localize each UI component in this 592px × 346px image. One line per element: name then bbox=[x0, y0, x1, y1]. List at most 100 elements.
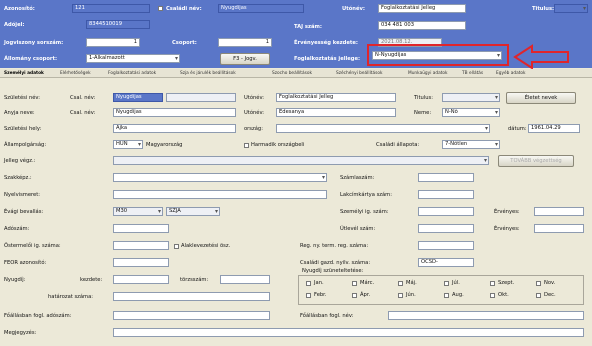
foallas-nev-label: Főállásban fogl. név: bbox=[300, 313, 354, 319]
szul-csal-nev-label: Csal. név: bbox=[70, 95, 96, 101]
foallas-adoszam-label: Főállásban fogl. adószám: bbox=[4, 313, 72, 319]
szemelyi-ervenyes-field[interactable] bbox=[534, 207, 584, 216]
torzsszam-label: törzsszám: bbox=[180, 277, 209, 283]
szul-titulus-label: Titulus: bbox=[414, 95, 433, 101]
tab-munkaugyi[interactable]: Munkaügyi adatok bbox=[408, 70, 448, 77]
jelleg-label: Jelleg végz.: bbox=[4, 158, 36, 164]
tab-szja-jarulek[interactable]: Szja és járulék beállítások bbox=[180, 70, 236, 77]
utlevel-ervenyes-label: Érvényes: bbox=[494, 226, 520, 232]
torzsszam-field[interactable] bbox=[220, 275, 270, 284]
adojel-field[interactable]: 8344510019 bbox=[86, 20, 150, 29]
anyja-utonev-field[interactable]: Édesanya bbox=[276, 108, 396, 117]
nyugdij-label: Nyugdíj: bbox=[4, 277, 26, 283]
month-jun-checkbox[interactable] bbox=[398, 293, 403, 298]
feor-field[interactable] bbox=[113, 258, 169, 267]
f3-jogv-button[interactable]: F3 - Jogv. bbox=[220, 53, 270, 65]
allampolgarsag-code-dropdown[interactable]: HUN bbox=[113, 140, 143, 149]
titulus-dropdown[interactable] bbox=[554, 4, 588, 13]
month-marc-checkbox[interactable] bbox=[352, 281, 357, 286]
megjegyzes-field[interactable] bbox=[113, 328, 584, 337]
utlevel-field[interactable] bbox=[418, 224, 474, 233]
month-aug-checkbox[interactable] bbox=[444, 293, 449, 298]
foglalkoztatas-label: Foglalkoztatás jellege: bbox=[294, 56, 361, 62]
kezdete-field[interactable] bbox=[113, 275, 169, 284]
titulus-label: Titulus: bbox=[532, 6, 555, 12]
month-febr-checkbox[interactable] bbox=[306, 293, 311, 298]
month-szept-checkbox[interactable] bbox=[490, 281, 495, 286]
evagi-label: Évági bevallás: bbox=[4, 209, 44, 215]
month-nov-checkbox[interactable] bbox=[536, 281, 541, 286]
csaladi-gazd-field[interactable]: OCSD- bbox=[418, 258, 474, 267]
csoport-field[interactable]: 1 bbox=[218, 38, 272, 47]
month-apr-checkbox[interactable] bbox=[352, 293, 357, 298]
anyja-neve-label: Anyja neve: bbox=[4, 110, 35, 116]
arrow-left-icon bbox=[513, 44, 569, 70]
anyja-csal-nev-field[interactable]: Nyugdíjas bbox=[113, 108, 236, 117]
szul-titulus-dropdown[interactable] bbox=[442, 93, 500, 102]
foallas-nev-field[interactable] bbox=[388, 311, 584, 320]
tab-egyeb-adatok[interactable]: Egyéb adatok bbox=[496, 70, 526, 77]
jelleg-dropdown[interactable] bbox=[113, 156, 489, 165]
kezdete-label: kezdete: bbox=[80, 277, 103, 283]
taj-field[interactable]: 034 481 003 bbox=[378, 21, 466, 30]
utlevel-label: Útlevél szám: bbox=[340, 226, 376, 232]
harmadik-orszag-checkbox[interactable] bbox=[244, 143, 249, 148]
szunetelteses-group bbox=[298, 275, 584, 305]
adoszam-field[interactable] bbox=[113, 224, 169, 233]
szunetelteses-label: Nyugdíj szüneteltetése: bbox=[302, 268, 364, 274]
csaladi-nev-checkbox[interactable] bbox=[158, 6, 163, 11]
szakkepz-label: Szakképz.: bbox=[4, 175, 32, 181]
tab-szechenyi[interactable]: Széchényi beállítások bbox=[336, 70, 382, 77]
tab-szemelyi-adatok[interactable]: Személyi adatok bbox=[4, 70, 44, 77]
allomany-dropdown[interactable]: 1-Alkalmazott bbox=[86, 54, 180, 63]
azonosito-field[interactable]: 121 bbox=[72, 4, 150, 13]
szul-csal-nev-extra-field[interactable] bbox=[166, 93, 236, 102]
month-jul-checkbox[interactable] bbox=[444, 281, 449, 286]
harmadik-orszag-label: Harmadik országbeli bbox=[251, 142, 305, 148]
nyelvismeret-field[interactable] bbox=[113, 190, 327, 199]
szuletesi-hely-field[interactable]: Ajka bbox=[113, 124, 236, 133]
month-maj-checkbox[interactable] bbox=[398, 281, 403, 286]
hatarozat-field[interactable] bbox=[113, 292, 270, 301]
adojel-label: Adójel: bbox=[4, 22, 25, 28]
datum-label: dátum: bbox=[508, 126, 527, 132]
nyelvismeret-label: Nyelvismeret: bbox=[4, 192, 41, 198]
tab-foglalkoztatasi-adatok[interactable]: Foglalkoztatási adatok bbox=[108, 70, 156, 77]
tab-elerhetosegek[interactable]: Elérhetőségek bbox=[60, 70, 91, 77]
reg-field[interactable] bbox=[418, 241, 474, 250]
csaladi-gazd-label: Családi gazd. nyilv. száma: bbox=[300, 260, 371, 266]
alaklevezetesi-checkbox[interactable] bbox=[174, 244, 179, 249]
neme-dropdown[interactable]: N-Nő bbox=[442, 108, 500, 117]
eletet-nevek-button[interactable]: Életet nevek bbox=[506, 92, 576, 104]
ostermeloi-label: Őstermelői ig. száma: bbox=[4, 243, 61, 249]
szamlaszam-field[interactable] bbox=[418, 173, 474, 182]
szul-csal-nev-field[interactable]: Nyugdíjas bbox=[113, 93, 163, 102]
allampolgarsag-value: Magyarország bbox=[146, 142, 183, 148]
ostermeloi-field[interactable] bbox=[113, 241, 169, 250]
evagi-dropdown-1[interactable]: M30 bbox=[113, 207, 163, 216]
szemelyi-ig-field[interactable] bbox=[418, 207, 474, 216]
szakkepz-dropdown[interactable] bbox=[113, 173, 327, 182]
hatarozat-label: határozat száma: bbox=[48, 294, 94, 300]
csaladi-nev-field[interactable]: Nyugdíjas bbox=[218, 4, 304, 13]
csaladi-allapot-dropdown[interactable]: 7-Nőtlen bbox=[442, 140, 500, 149]
foglalkoztatas-dropdown[interactable]: N-Nyugdíjas bbox=[372, 51, 502, 60]
month-dec-checkbox[interactable] bbox=[536, 293, 541, 298]
jogviszony-field[interactable]: 1 bbox=[86, 38, 140, 47]
lakcimkartya-field[interactable] bbox=[418, 190, 474, 199]
tab-tb-ellatas[interactable]: TB ellátás bbox=[462, 70, 483, 77]
orszag-dropdown[interactable] bbox=[276, 124, 490, 133]
month-febr-label: Febr. bbox=[314, 292, 327, 298]
month-marc-label: Márc. bbox=[360, 280, 375, 286]
datum-field[interactable]: 1961.04.29 bbox=[528, 124, 580, 133]
utlevel-ervenyes-field[interactable] bbox=[534, 224, 584, 233]
evagi-dropdown-2[interactable]: SZJA bbox=[166, 207, 220, 216]
month-okt-checkbox[interactable] bbox=[490, 293, 495, 298]
foallas-adoszam-field[interactable] bbox=[113, 311, 270, 320]
month-maj-label: Máj. bbox=[406, 280, 417, 286]
tab-szocho[interactable]: Szocho beállítások bbox=[272, 70, 312, 77]
tovabbi-vegzettseg-button[interactable]: TOVÁBB végzettség bbox=[498, 155, 574, 167]
szul-utonev-field[interactable]: Foglalkoztatási Jelleg bbox=[276, 93, 396, 102]
month-jan-checkbox[interactable] bbox=[306, 281, 311, 286]
utonev-field[interactable]: Foglalkoztatási Jelleg bbox=[378, 4, 466, 13]
